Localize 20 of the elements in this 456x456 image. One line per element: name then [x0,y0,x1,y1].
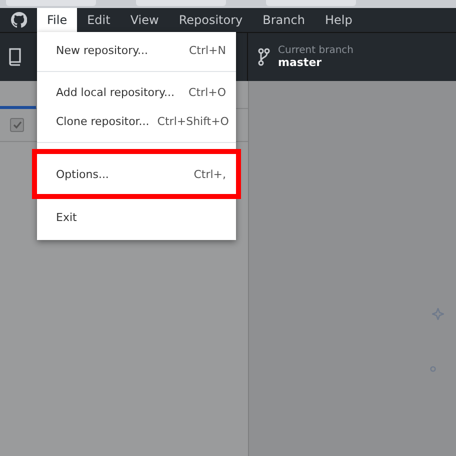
branch-icon [258,48,270,66]
branch-name[interactable]: master [278,56,354,69]
checkmark-icon [12,121,22,129]
menu-item[interactable]: New repository... Ctrl+N [37,36,236,65]
book-icon [8,48,22,66]
menu-item[interactable]: Branch [252,8,315,32]
logo-icon [10,12,26,28]
circle-icon [430,366,436,372]
menu-item[interactable]: Add local repository... Ctrl+O [37,78,236,107]
menu-item[interactable]: File [37,8,78,32]
sparkle-icon [432,308,444,320]
menu-item[interactable]: Exit [37,203,236,232]
menu-item[interactable]: View [120,8,169,32]
menu-item[interactable]: Clone repositor... Ctrl+Shift+O [37,107,236,136]
menu-item[interactable]: Edit [77,8,120,32]
highlighted-menu-item[interactable]: Options... Ctrl+, [32,149,241,199]
checkbox[interactable] [10,118,24,132]
menu-item[interactable]: Repository [168,8,253,32]
branch-label: Current branch [278,45,354,56]
menu-item[interactable]: Help [314,8,362,32]
